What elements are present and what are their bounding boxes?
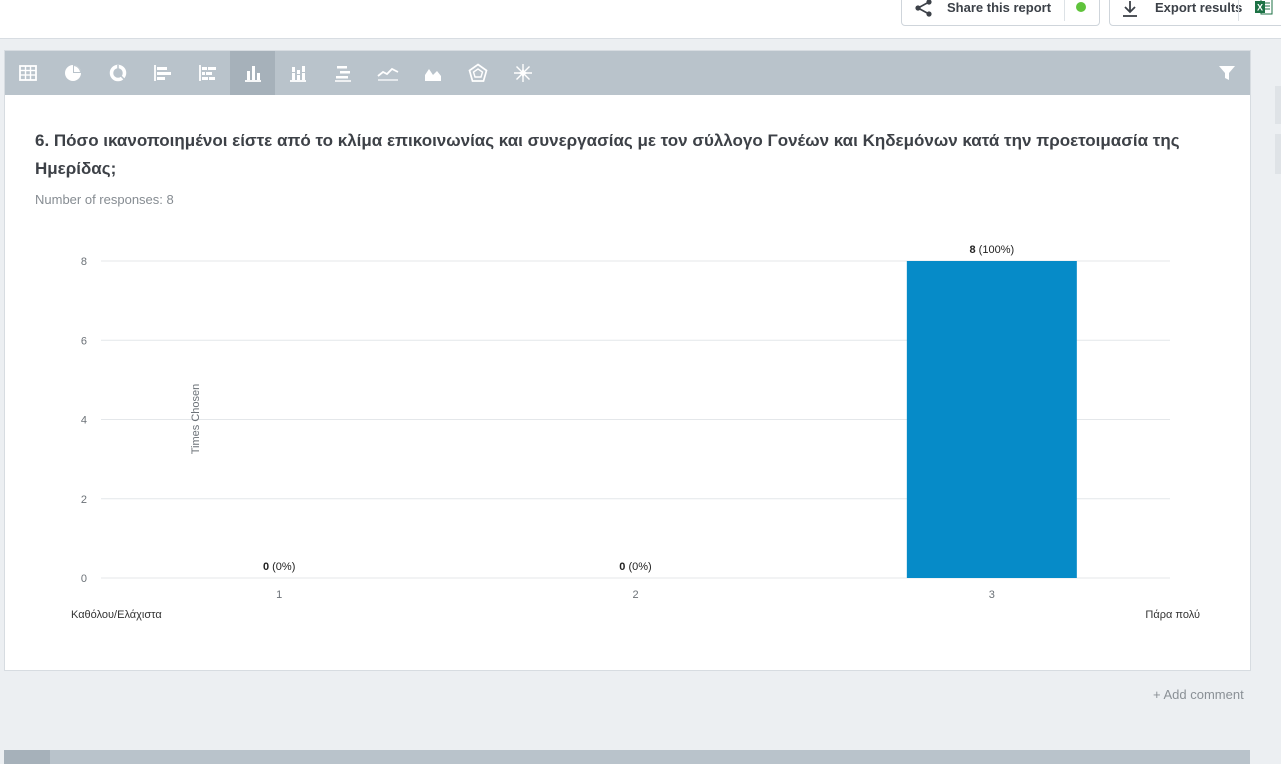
- download-icon: [1123, 1, 1137, 17]
- donut-chart-button[interactable]: [95, 51, 140, 95]
- x-tick-label: 3: [989, 589, 995, 601]
- divider: [1238, 0, 1239, 21]
- top-bar: Share this report Export results X: [0, 0, 1281, 39]
- x-tick-label: 2: [632, 589, 638, 601]
- radar-chart-button[interactable]: [455, 51, 500, 95]
- question-title: 6. Πόσο ικανοποιημένοι είστε από το κλίμ…: [35, 131, 1180, 178]
- vertical-bar-icon: [244, 66, 261, 82]
- share-report-button[interactable]: Share this report: [901, 0, 1100, 26]
- stacked-horizontal-bar-button[interactable]: [185, 51, 230, 95]
- divider: [1064, 0, 1065, 21]
- y-tick-label: 6: [81, 335, 87, 347]
- table-icon: [18, 65, 37, 81]
- export-results-label: Export results: [1155, 0, 1243, 15]
- next-card-toolbar: [4, 750, 1250, 764]
- stacked-vertical-bar-button[interactable]: [275, 51, 320, 95]
- data-label-percent: (0%): [625, 561, 651, 573]
- area-chart-button[interactable]: [410, 51, 455, 95]
- question-card: 6. Πόσο ικανοποιημένοι είστε από το κλίμ…: [4, 50, 1251, 671]
- centered-bar-icon: [334, 66, 351, 82]
- data-label: 8 (100%): [970, 244, 1015, 256]
- data-label-percent: (100%): [976, 244, 1015, 256]
- scale-min-label: Καθόλου/Ελάχιστα: [71, 609, 162, 621]
- filter-button[interactable]: [1212, 51, 1242, 95]
- stacked-vertical-bar-icon: [289, 66, 306, 82]
- y-axis-title: Times Chosen: [190, 384, 202, 455]
- y-tick-label: 0: [81, 573, 87, 585]
- x-tick-label: 1: [276, 589, 282, 601]
- horizontal-bar-icon: [153, 65, 171, 81]
- y-tick-label: 8: [81, 256, 87, 268]
- pie-chart-button[interactable]: [50, 51, 95, 95]
- centered-bar-button[interactable]: [320, 51, 365, 95]
- data-label-percent: (0%): [269, 561, 295, 573]
- stacked-horizontal-bar-icon: [198, 65, 216, 81]
- svg-text:X: X: [1257, 3, 1263, 13]
- status-indicator: [1076, 2, 1086, 12]
- vertical-bar-button[interactable]: [230, 51, 275, 95]
- horizontal-bar-button[interactable]: [140, 51, 185, 95]
- line-chart-icon: [376, 67, 398, 81]
- filter-icon: [1219, 66, 1235, 80]
- share-icon: [915, 0, 932, 17]
- next-card-active-tab[interactable]: [4, 750, 50, 764]
- radar-chart-icon: [468, 63, 487, 82]
- response-count: Number of responses: 8: [35, 192, 174, 207]
- y-tick-label: 4: [81, 415, 87, 427]
- donut-chart-icon: [109, 64, 126, 82]
- line-chart-button[interactable]: [365, 51, 410, 95]
- share-report-label: Share this report: [947, 0, 1052, 15]
- y-tick-label: 2: [81, 494, 87, 506]
- excel-icon[interactable]: X: [1255, 0, 1273, 16]
- pie-chart-icon: [64, 65, 81, 81]
- bar-chart: 0 2 4 6 8 Times Chosen 1 0 (0%) 2 0 (0%) 3 8 (100%)…: [71, 244, 1200, 621]
- star-chart-button[interactable]: [500, 51, 545, 95]
- scrollbar-thumb[interactable]: [1275, 86, 1281, 124]
- scrollbar-thumb[interactable]: [1275, 134, 1281, 174]
- chart-type-toolbar: [5, 51, 1250, 95]
- export-results-button[interactable]: Export results X: [1109, 0, 1281, 26]
- bar-3: [906, 261, 1077, 578]
- table-view-button[interactable]: [5, 51, 50, 95]
- star-chart-icon: [513, 64, 532, 82]
- data-label: 0 (0%): [619, 561, 651, 573]
- scale-max-label: Πάρα πολύ: [1145, 609, 1200, 621]
- add-comment-link[interactable]: + Add comment: [1153, 687, 1244, 702]
- area-chart-icon: [424, 69, 441, 81]
- data-label: 0 (0%): [263, 561, 295, 573]
